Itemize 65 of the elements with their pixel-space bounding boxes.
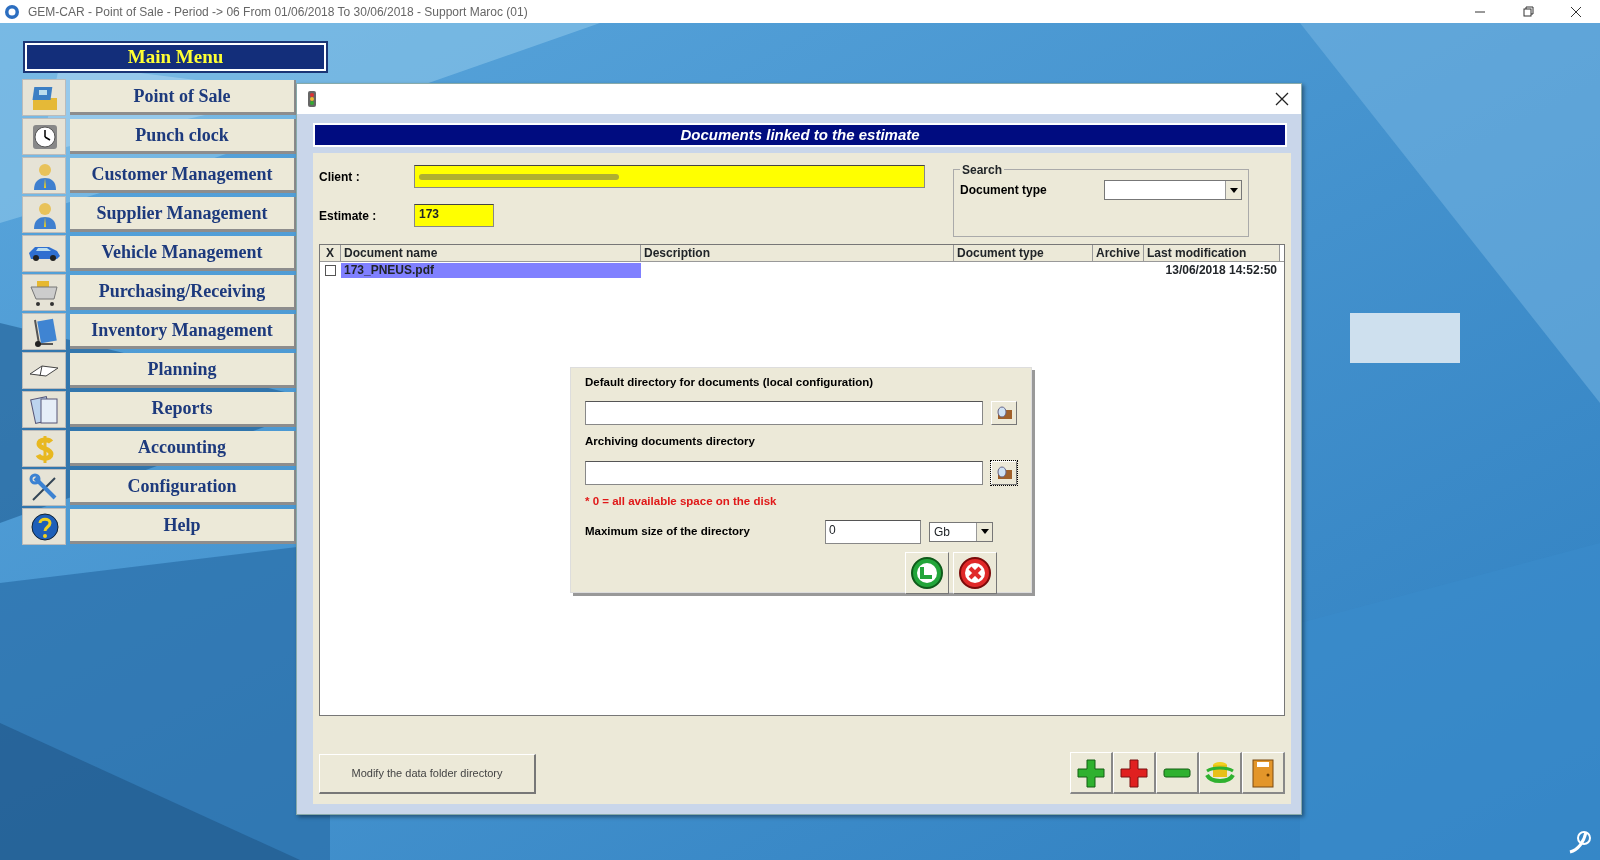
- field-label: Estimate :: [319, 207, 378, 225]
- input-field[interactable]: [585, 460, 983, 485]
- plus-icon: [1075, 756, 1107, 789]
- table-cell[interactable]: 173_PNEUS.pdf: [341, 262, 641, 278]
- modify-folder-button[interactable]: Modify the data folder directory: [319, 754, 536, 794]
- browse-button[interactable]: [991, 401, 1017, 426]
- documents-icon: [27, 393, 61, 426]
- column-header[interactable]: X: [320, 245, 341, 261]
- input-field[interactable]: [585, 401, 983, 426]
- field-label: Document type: [960, 182, 1047, 199]
- toolbar-button[interactable]: [1156, 752, 1199, 794]
- toolbar-button[interactable]: [1242, 752, 1285, 794]
- input-field[interactable]: 173: [414, 204, 494, 227]
- caret-icon: [980, 529, 989, 535]
- check-circle-icon: [910, 555, 944, 590]
- toolbar-button[interactable]: [1070, 752, 1113, 794]
- browse-button[interactable]: [991, 460, 1017, 485]
- ok-button[interactable]: [905, 551, 949, 594]
- note-text: * 0 = all available space on the disk: [585, 493, 778, 509]
- dropdown[interactable]: [1104, 180, 1242, 200]
- menu-button[interactable]: Supplier Management: [70, 197, 296, 232]
- field-label: Client :: [319, 168, 361, 186]
- dialog-title: Documents linked to the estimate: [313, 123, 1287, 147]
- menu-button[interactable]: Reports: [70, 392, 296, 427]
- dropdown[interactable]: Gb: [929, 521, 993, 542]
- menu-button[interactable]: Planning: [70, 353, 296, 388]
- car-icon: [27, 244, 61, 263]
- close-button[interactable]: [1275, 92, 1289, 106]
- checkbox[interactable]: [325, 264, 336, 276]
- menu-button[interactable]: Punch clock: [70, 119, 296, 154]
- cancel-button[interactable]: [953, 551, 997, 594]
- app-logo-icon: [4, 3, 20, 20]
- window-title: GEM-CAR - Point of Sale - Period -> 06 From 01/06/2018 To 30/06/2018 - Support Maroc (01): [28, 3, 528, 21]
- menu-button[interactable]: Vehicle Management: [70, 236, 296, 271]
- menu-button[interactable]: Inventory Management: [70, 314, 296, 349]
- folder-search-icon: [995, 406, 1013, 421]
- traffic-light-icon: [307, 90, 317, 108]
- folder-search-icon: [995, 465, 1013, 480]
- column-header[interactable]: Document name: [341, 245, 641, 261]
- menu-button[interactable]: Customer Management: [70, 158, 296, 193]
- menu-button[interactable]: Point of Sale: [70, 80, 296, 115]
- column-header[interactable]: Last modification: [1144, 245, 1280, 261]
- menu-button[interactable]: Accounting: [70, 431, 296, 466]
- table-cell-text: 13/06/2018 14:52:50: [1164, 262, 1278, 278]
- blurred-text-icon: [419, 171, 619, 182]
- toolbar-button[interactable]: [1113, 752, 1156, 794]
- input-field[interactable]: [414, 165, 925, 188]
- menu-title: Main Menu: [25, 43, 326, 71]
- menu-button[interactable]: Purchasing/Receiving: [70, 275, 296, 310]
- minus-icon: [1163, 767, 1191, 778]
- open-book-icon: [29, 364, 59, 377]
- menu-button[interactable]: Help: [70, 509, 296, 544]
- field-label: Default directory for documents (local configuration): [585, 375, 875, 390]
- toolbar-button[interactable]: [1199, 752, 1242, 794]
- close-circle-icon: [958, 555, 992, 590]
- plus-icon: [1118, 756, 1150, 789]
- column-header[interactable]: Document type: [954, 245, 1093, 261]
- column-header[interactable]: Description: [641, 245, 954, 261]
- dropdown-value: Gb: [933, 523, 950, 541]
- field-label: Archiving documents directory: [585, 434, 756, 450]
- field-label: Maximum size of the directory: [585, 524, 751, 540]
- menu-button[interactable]: Configuration: [70, 470, 296, 505]
- column-header[interactable]: Archive: [1093, 245, 1144, 261]
- input-field[interactable]: 0: [825, 519, 921, 544]
- caret-icon: [1229, 187, 1238, 193]
